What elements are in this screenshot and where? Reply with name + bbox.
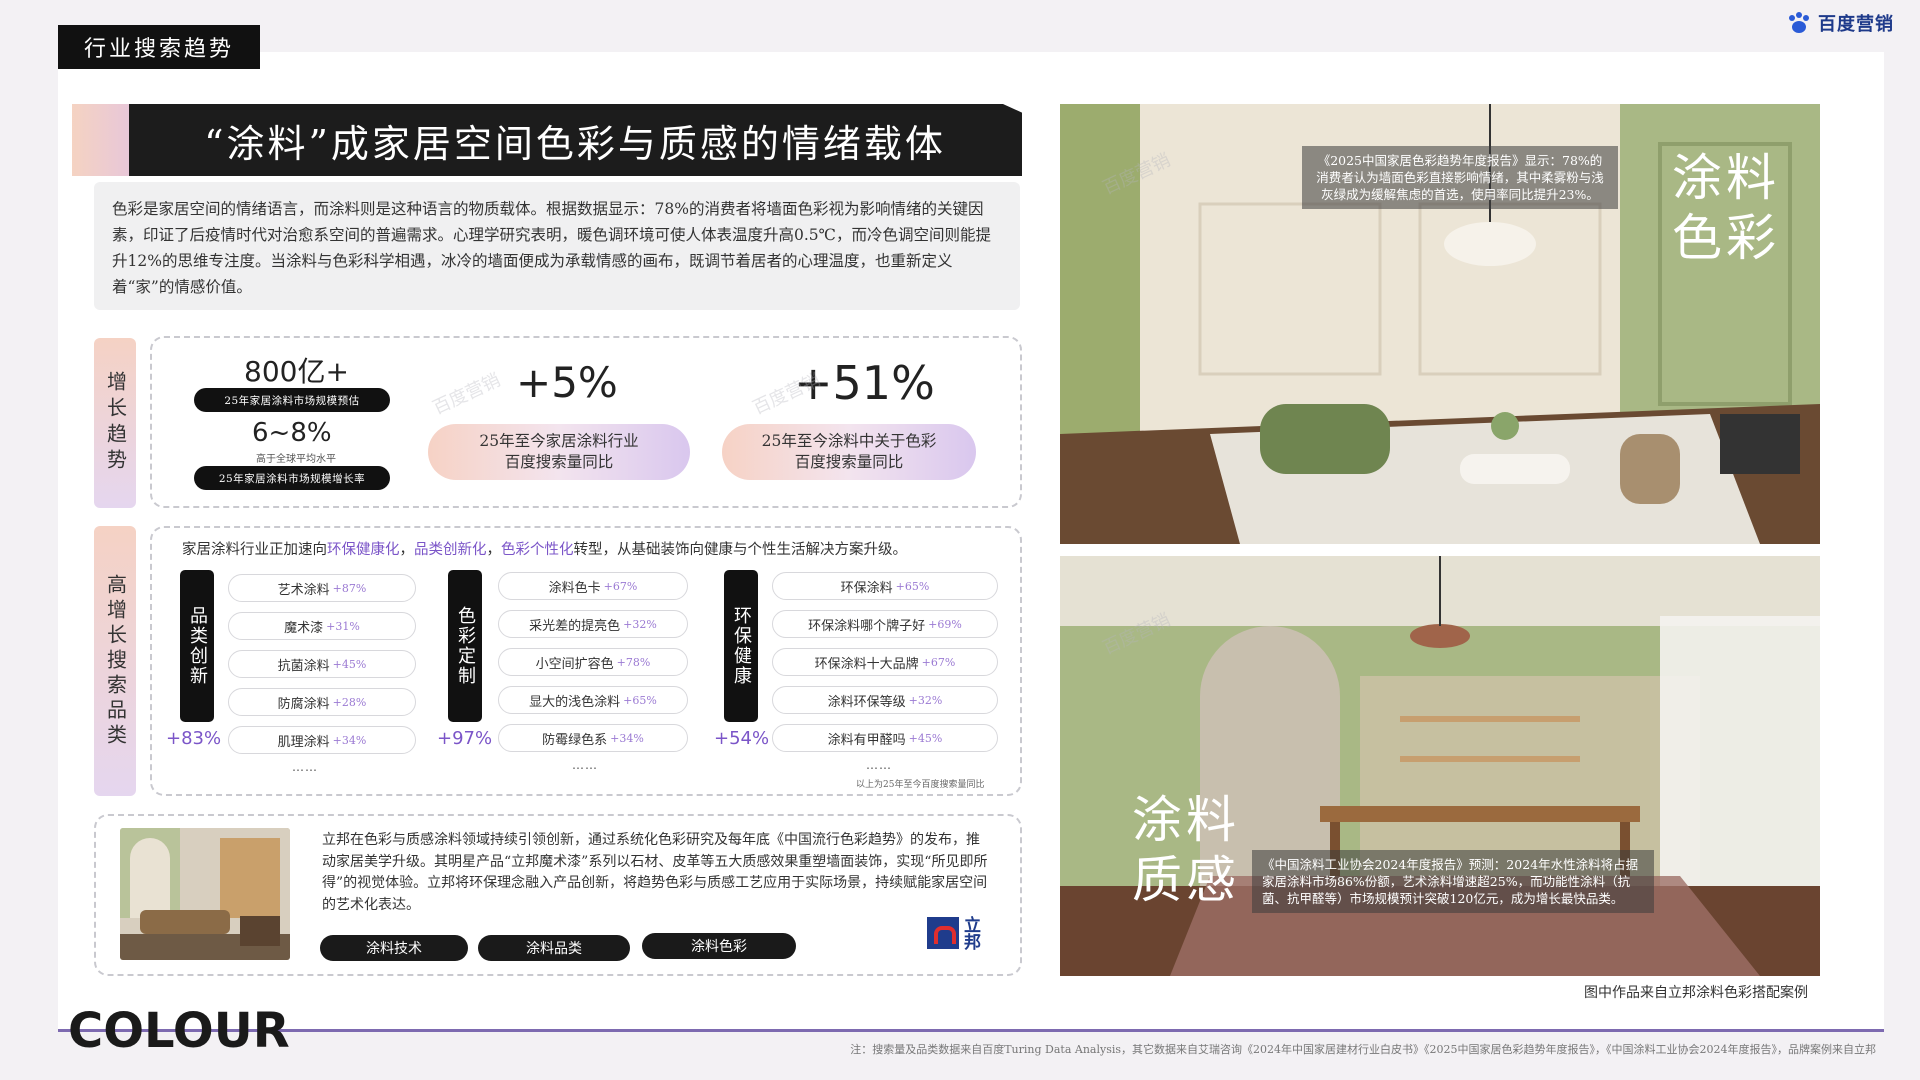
search-term-chip: 防霉绿色系 +34%	[498, 724, 688, 752]
intro-hl1: 环保健康化	[327, 542, 400, 558]
intro-hl2: 品类创新化	[414, 542, 487, 558]
stat3-line2: 百度搜索量同比	[794, 453, 904, 471]
category-name: 环保健康	[731, 606, 752, 686]
search-term-chip: 环保涂料哪个牌子好 +69%	[772, 610, 998, 638]
growth-side-label: 增长趋势	[94, 338, 136, 508]
search-term-chip: 涂料有甲醛吗 +45%	[772, 724, 998, 752]
brand-case-text: 立邦在色彩与质感涂料领域持续引领创新，通过系统化色彩研究及每年底《中国流行色彩趋…	[322, 832, 988, 913]
growth-rate: 6~8%	[252, 418, 332, 448]
intro-sep1: ，	[399, 542, 415, 558]
search-term-chip: 小空间扩容色 +78%	[498, 648, 688, 676]
category-name: 色彩定制	[455, 606, 476, 686]
brand-tag: 涂料技术	[320, 935, 468, 961]
intro-suffix: 转型，从基础装饰向健康与个性生活解决方案升级。	[573, 542, 908, 558]
category-pct: +54%	[714, 728, 770, 749]
search-term-chip: 防腐涂料 +28%	[228, 688, 416, 716]
category-name: 品类创新	[187, 606, 208, 686]
growth-rate-note: 25年家居涂料市场规模增长率	[194, 466, 390, 490]
intro-paragraph: 色彩是家居空间的情绪语言，而涂料则是这种语言的物质载体。根据数据显示：78%的消…	[94, 182, 1020, 310]
categories-intro: 家居涂料行业正加速向环保健康化，品类创新化，色彩个性化转型，从基础装饰向健康与个…	[182, 538, 907, 559]
categories-side-label-text: 高增长搜索品类	[103, 573, 128, 749]
top-label-line1: 涂料	[1672, 149, 1780, 207]
search-term-chip: 环保涂料 +65%	[772, 572, 998, 600]
growth-rate-sub: 高于全球平均水平	[256, 454, 336, 465]
colour-wordmark: COLOUR	[68, 1003, 290, 1059]
categories-side-label: 高增长搜索品类	[94, 526, 136, 796]
top-photo-caption: 《2025中国家居色彩趋势年度报告》显示：78%的消费者认为墙面色彩直接影响情绪…	[1302, 146, 1618, 209]
ellipsis: ……	[292, 760, 318, 774]
intro-hl3: 色彩个性化	[501, 542, 574, 558]
search-term-chip: 显大的浅色涂料 +65%	[498, 686, 688, 714]
search-term-chip: 采光差的提亮色 +32%	[498, 610, 688, 638]
category-bar-innovation: 品类创新	[180, 570, 214, 722]
brand-logo: 百度营销	[1786, 10, 1894, 36]
category-bar-color: 色彩定制	[448, 570, 482, 722]
stat2-line1: 25年至今家居涂料行业	[479, 432, 639, 450]
market-value: 800亿+	[244, 355, 349, 388]
brand-tag: 涂料品类	[478, 935, 630, 961]
intro-prefix: 家居涂料行业正加速向	[182, 542, 327, 558]
stat2-value: +5%	[516, 358, 618, 407]
search-term-chip: 魔术漆 +31%	[228, 612, 416, 640]
footnote: 注：搜索量及品类数据来自百度Turing Data Analysis，其它数据来…	[850, 1043, 1876, 1056]
bottom-photo-caption: 《中国涂料工业协会2024年度报告》预测：2024年水性涂料将占据家居涂料市场8…	[1252, 850, 1654, 913]
stat3-value: +51%	[794, 356, 935, 410]
section-tag: 行业搜索趋势	[58, 25, 260, 69]
search-term-chip: 艺术涂料 +87%	[228, 574, 416, 602]
nippon-logo-text: 立邦	[960, 916, 980, 950]
top-photo-label: 涂料 色彩	[1672, 148, 1780, 268]
ellipsis: ……	[866, 758, 892, 772]
market-value-note: 25年家居涂料市场规模预估	[194, 388, 390, 412]
bottom-label-line2: 质感	[1132, 851, 1240, 909]
headline: “涂料”成家居空间色彩与质感的情绪载体	[204, 121, 946, 166]
category-bar-eco: 环保健康	[724, 570, 758, 722]
stat2-line2: 百度搜索量同比	[504, 453, 614, 471]
category-pct: +97%	[437, 728, 493, 749]
intro-sep2: ，	[486, 542, 502, 558]
brand-tag: 涂料色彩	[642, 933, 796, 959]
stat2-pill: 25年至今家居涂料行业 百度搜索量同比	[428, 424, 690, 480]
ellipsis: ……	[572, 758, 598, 772]
source-note: 以上为25年至今百度搜索量同比	[856, 780, 985, 790]
search-term-chip: 环保涂料十大品牌 +67%	[772, 648, 998, 676]
search-term-chip: 涂料环保等级 +32%	[772, 686, 998, 714]
top-label-line2: 色彩	[1672, 209, 1780, 267]
room-photo-bottom	[1060, 556, 1820, 976]
nippon-mark-icon	[927, 917, 959, 949]
paw-icon	[1789, 12, 1809, 33]
brand-case-thumbnail	[120, 828, 290, 960]
growth-side-label-text: 增长趋势	[103, 371, 128, 475]
stat3-line1: 25年至今涂料中关于色彩	[761, 432, 937, 450]
bottom-label-line1: 涂料	[1132, 791, 1240, 849]
search-term-chip: 抗菌涂料 +45%	[228, 650, 416, 678]
photo-credit: 图中作品来自立邦涂料色彩搭配案例	[1584, 985, 1808, 1001]
nippon-logo: 立邦	[927, 916, 980, 950]
category-pct: +83%	[166, 728, 222, 749]
bottom-photo-label: 涂料 质感	[1132, 790, 1240, 910]
stat3-pill: 25年至今涂料中关于色彩 百度搜索量同比	[722, 424, 976, 480]
search-term-chip: 涂料色卡 +67%	[498, 572, 688, 600]
brand-name: 百度营销	[1818, 14, 1894, 34]
search-term-chip: 肌理涂料 +34%	[228, 726, 416, 754]
